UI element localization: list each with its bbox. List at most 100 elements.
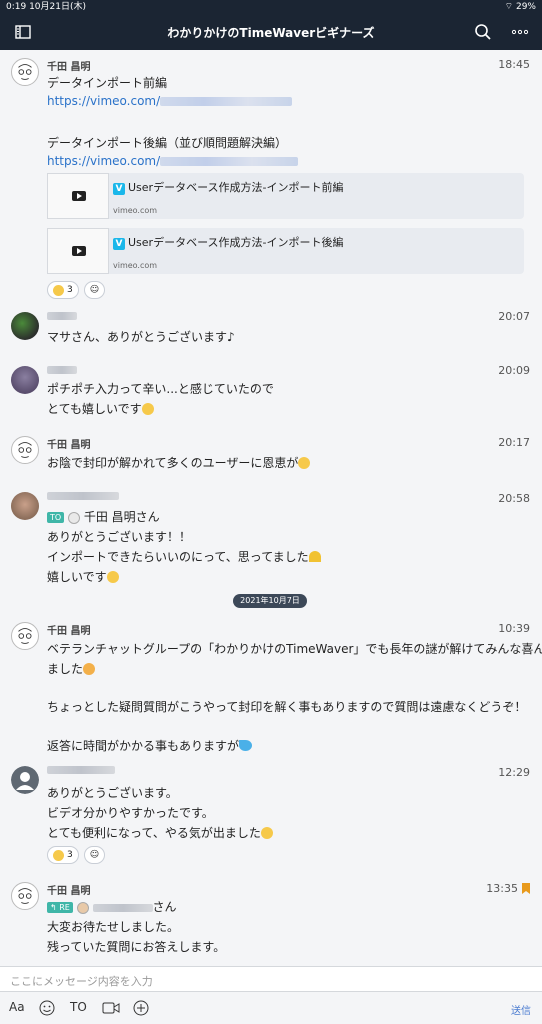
- message-text: お陰で封印が解かれて多くのユーザーに恩恵が: [47, 454, 311, 471]
- message: 12:29 ありがとうございます。 ビデオ分かりやすかったです。 とても便利にな…: [0, 766, 542, 866]
- add-reaction-button[interactable]: ☺: [83, 281, 106, 299]
- message-text: ました: [47, 660, 96, 677]
- sender-name: [47, 366, 77, 377]
- redacted-text: [160, 157, 299, 166]
- play-icon: [72, 246, 86, 256]
- avatar: [11, 436, 39, 464]
- bookmark-icon[interactable]: [522, 883, 530, 894]
- scream-emoji-icon: [260, 827, 273, 839]
- video-thumbnail: [47, 173, 109, 219]
- add-attachment-icon[interactable]: [133, 1000, 149, 1016]
- emoji-picker-icon[interactable]: [39, 1000, 55, 1016]
- message-text: マサさん、ありがとうございます♪: [47, 330, 235, 344]
- message-text: ビデオ分かりやすかったです。: [47, 806, 214, 820]
- message-text: とても便利になって、やる気が出ました: [47, 824, 273, 841]
- mention-avatar: [68, 511, 81, 524]
- vimeo-icon: V: [113, 183, 125, 195]
- to-button[interactable]: TO: [70, 1000, 87, 1014]
- video-thumbnail: [47, 228, 109, 274]
- status-bar: 0:19 10月21日(木) ⌔ 29%: [0, 0, 542, 14]
- sender-name: 千田 昌明: [47, 62, 91, 73]
- reaction-chip[interactable]: 3: [47, 281, 79, 299]
- date-divider: 2021年10月7日: [233, 594, 307, 608]
- scream-emoji-icon: [53, 849, 64, 861]
- message: 千田 昌明 20:17 お陰で封印が解かれて多くのユーザーに恩恵が: [0, 436, 542, 476]
- grin-emoji-icon: [298, 457, 311, 469]
- message-link[interactable]: https://vimeo.com/: [47, 94, 293, 108]
- smile-emoji-icon: [141, 403, 154, 415]
- sender-name: [47, 492, 119, 503]
- scream-emoji-icon: [106, 571, 119, 583]
- sender-name: [47, 312, 77, 323]
- preview-title: Userデータベース作成方法-インポート後編: [128, 236, 344, 249]
- message: 20:07 マサさん、ありがとうございます♪: [0, 310, 542, 350]
- message-time: 18:45: [498, 58, 530, 71]
- more-icon[interactable]: [510, 22, 530, 42]
- scream-emoji-icon: [53, 284, 64, 296]
- message-time: 20:17: [498, 436, 530, 449]
- re-tag: ↰ RE: [47, 902, 73, 913]
- message-text: 残っていた質問にお答えします。: [47, 940, 226, 954]
- message-time: 20:09: [498, 364, 530, 377]
- avatar: [11, 882, 39, 910]
- avatar: [11, 766, 39, 794]
- search-icon[interactable]: [473, 22, 493, 42]
- heart-icon: [308, 551, 321, 562]
- message: 千田 昌明 10:39 ベテランチャットグループの「わかりかけのTimeWave…: [0, 622, 542, 754]
- redacted-text: [92, 903, 153, 912]
- message: 千田 昌明 13:35 ↰ RE さん 大変お待たせしました。 残っていた質問に…: [0, 882, 542, 962]
- message-time: 20:07: [498, 310, 530, 323]
- reactions: 3 ☺: [47, 846, 106, 864]
- battery-status: ⌔ 29%: [504, 2, 536, 12]
- message-text: 嬉しいです: [47, 568, 119, 585]
- avatar: [11, 58, 39, 86]
- to-tag: TO: [47, 512, 65, 523]
- hand-emoji-icon: [83, 663, 96, 675]
- message-text: 返答に時間がかかる事もありますが: [47, 737, 253, 754]
- redacted-text: [160, 97, 293, 106]
- message-time: 13:35: [486, 882, 518, 895]
- message-text: ありがとうございます！！: [47, 530, 192, 544]
- message-text: ポチポチ入力って辛い...と感じていたので: [47, 382, 274, 396]
- preview-title: Userデータベース作成方法-インポート前編: [128, 181, 344, 194]
- video-call-icon[interactable]: [102, 1001, 120, 1015]
- sender-name: 千田 昌明: [47, 626, 91, 637]
- message-text: とても嬉しいです: [47, 400, 154, 417]
- message: 20:58 TO 千田 昌明さん ありがとうございます！！ インポートできたらい…: [0, 492, 542, 592]
- preview-site: vimeo.com: [113, 206, 158, 215]
- message-time: 10:39: [498, 622, 530, 635]
- message-feed[interactable]: 千田 昌明 18:45 データインポート前編 https://vimeo.com…: [0, 50, 542, 966]
- message-time: 12:29: [498, 766, 530, 779]
- play-icon: [72, 191, 86, 201]
- message: 千田 昌明 18:45 データインポート前編 https://vimeo.com…: [0, 58, 542, 299]
- sender-name: [47, 766, 115, 777]
- avatar: [11, 312, 39, 340]
- reaction-chip[interactable]: 3: [47, 846, 79, 864]
- avatar: [11, 622, 39, 650]
- send-button[interactable]: 送信: [511, 1002, 531, 1017]
- mention-avatar: [76, 901, 89, 914]
- to-mention: TO 千田 昌明さん: [47, 508, 160, 525]
- font-format-button[interactable]: Aa: [9, 1000, 25, 1014]
- link-preview[interactable]: V Userデータベース作成方法-インポート後編 vimeo.com: [47, 228, 524, 274]
- message-link[interactable]: https://vimeo.com/: [47, 154, 299, 168]
- add-person-icon: ☺: [89, 850, 100, 860]
- message-text: ちょっとした疑問質問がこうやって封印を解く事もありますので質問は遠慮なくどうぞ！: [47, 700, 527, 714]
- composer-toolbar: Aa TO 送信: [0, 992, 542, 1024]
- mention-name: 千田 昌明さん: [83, 510, 160, 524]
- sender-name: 千田 昌明: [47, 886, 91, 897]
- message-time: 20:58: [498, 492, 530, 505]
- message-text: データインポート前編: [47, 76, 168, 90]
- chat-header: わかりかけのTimeWaverビギナーズ: [0, 14, 542, 50]
- message-input[interactable]: ここにメッセージ内容を入力: [0, 966, 542, 992]
- message-text: 大変お待たせしました。: [47, 920, 180, 934]
- avatar: [11, 492, 39, 520]
- reactions: 3 ☺: [47, 281, 106, 299]
- message-text: インポートできたらいいのにって、思ってました: [47, 548, 321, 565]
- add-reaction-button[interactable]: ☺: [83, 846, 106, 864]
- link-preview[interactable]: V Userデータベース作成方法-インポート前編 vimeo.com: [47, 173, 524, 219]
- wifi-icon: ⌔: [504, 2, 514, 12]
- message-placeholder[interactable]: ここにメッセージ内容を入力: [10, 973, 153, 989]
- message-text: ベテランチャットグループの「わかりかけのTimeWaver」でも長年の謎が解けて…: [47, 642, 542, 656]
- preview-site: vimeo.com: [113, 261, 158, 270]
